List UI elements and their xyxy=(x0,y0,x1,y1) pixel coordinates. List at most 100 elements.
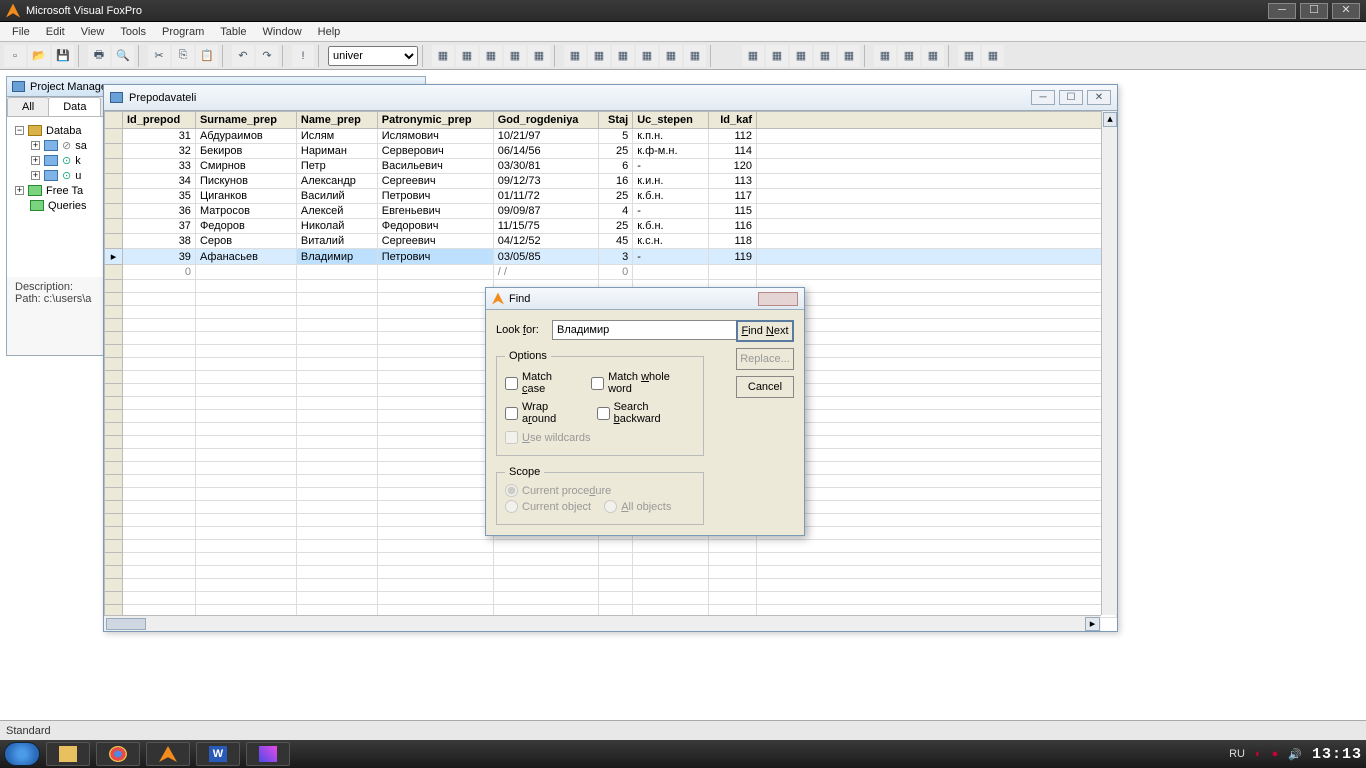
maximize-button[interactable]: ☐ xyxy=(1300,3,1328,19)
tb-btn[interactable]: ▦ xyxy=(766,45,788,67)
tree-item[interactable]: k xyxy=(75,155,81,167)
col-name[interactable]: Name_prep xyxy=(296,112,377,129)
minimize-button[interactable]: ─ xyxy=(1268,3,1296,19)
cut-icon[interactable]: ✂ xyxy=(148,45,170,67)
redo-icon[interactable]: ↷ xyxy=(256,45,278,67)
maximize-button[interactable]: ☐ xyxy=(1059,90,1083,105)
tree-database[interactable]: Databa xyxy=(46,125,81,137)
taskbar-explorer[interactable] xyxy=(46,742,90,766)
table-row[interactable]: 37ФедоровНиколайФедорович11/15/7525к.б.н… xyxy=(105,219,1117,234)
maximize-button[interactable]: ☐ xyxy=(1259,183,1283,198)
table-row[interactable]: 32БекировНариманСерверович06/14/5625к.ф-… xyxy=(105,144,1117,159)
tb-btn[interactable]: ▦ xyxy=(636,45,658,67)
tb-btn[interactable]: ▦ xyxy=(504,45,526,67)
tb-btn[interactable]: ▦ xyxy=(660,45,682,67)
tb-btn[interactable]: ▦ xyxy=(456,45,478,67)
col-staj[interactable]: Staj xyxy=(598,112,632,129)
expand-icon[interactable]: + xyxy=(15,186,24,195)
save-icon[interactable]: 💾 xyxy=(52,45,74,67)
table-row[interactable]: 34ПискуновАлександрСергеевич09/12/7316к.… xyxy=(105,174,1117,189)
match-case-check[interactable]: Match case xyxy=(505,371,577,395)
table-row[interactable]: 0/ /0 xyxy=(105,265,1117,280)
table-row[interactable]: 36МатросовАлексейЕвгеньевич09/09/874-115 xyxy=(105,204,1117,219)
tree-queries[interactable]: Queries xyxy=(48,200,87,212)
horizontal-scrollbar[interactable] xyxy=(325,650,1301,666)
tb-btn[interactable]: ▦ xyxy=(790,45,812,67)
scroll-right-icon[interactable]: ▸ xyxy=(1085,617,1100,631)
tree-free-tables[interactable]: Free Ta xyxy=(46,185,83,197)
expand-icon[interactable]: + xyxy=(31,156,40,165)
tb-btn[interactable]: ▦ xyxy=(480,45,502,67)
taskbar-chrome[interactable] xyxy=(96,742,140,766)
search-backward-check[interactable]: Search backward xyxy=(597,401,695,425)
cancel-button[interactable]: Cancel xyxy=(736,376,794,398)
menu-program[interactable]: Program xyxy=(154,24,212,40)
database-combo[interactable]: univer xyxy=(328,46,418,66)
menu-tools[interactable]: Tools xyxy=(112,24,154,40)
table-row[interactable]: 38СеровВиталийСергеевич04/12/5245к.с.н.1… xyxy=(105,234,1117,249)
tb-btn[interactable]: ▦ xyxy=(922,45,944,67)
language-indicator[interactable]: RU xyxy=(1229,748,1245,760)
volume-icon[interactable]: 🔊 xyxy=(1288,748,1302,761)
tb-btn[interactable]: ▦ xyxy=(838,45,860,67)
col-uc[interactable]: Uc_stepen xyxy=(633,112,709,129)
minimize-button[interactable]: ─ xyxy=(1231,183,1255,198)
menu-file[interactable]: File xyxy=(4,24,38,40)
col-id-prepod[interactable]: Id_prepod xyxy=(123,112,196,129)
run-icon[interactable]: ! xyxy=(292,45,314,67)
tb-btn[interactable]: ▦ xyxy=(982,45,1004,67)
tab-all[interactable]: All xyxy=(7,97,49,116)
taskbar-foxpro[interactable] xyxy=(146,742,190,766)
open-icon[interactable]: 📂 xyxy=(28,45,50,67)
tb-btn[interactable]: ▦ xyxy=(612,45,634,67)
browse-titlebar[interactable]: Prepodavateli ─ ☐ ✕ xyxy=(104,85,1117,111)
menu-help[interactable]: Help xyxy=(310,24,349,40)
clock[interactable]: 13:13 xyxy=(1312,746,1362,763)
scroll-up-icon[interactable]: ▴ xyxy=(1103,112,1117,127)
close-button[interactable] xyxy=(758,292,798,306)
table-row[interactable]: 33СмирновПетрВасильевич03/30/816-120 xyxy=(105,159,1117,174)
close-button[interactable]: ✕ xyxy=(1087,90,1111,105)
tb-btn[interactable]: ▦ xyxy=(958,45,980,67)
tray-icon[interactable]: ● xyxy=(1272,748,1279,760)
taskbar-app[interactable] xyxy=(246,742,290,766)
col-surname[interactable]: Surname_prep xyxy=(195,112,296,129)
tb-btn[interactable]: ▦ xyxy=(874,45,896,67)
tb-btn[interactable]: ▦ xyxy=(898,45,920,67)
vertical-scrollbar[interactable]: ▴ xyxy=(1101,111,1117,615)
expand-icon[interactable]: + xyxy=(31,141,40,150)
scroll-thumb[interactable] xyxy=(106,618,146,630)
new-icon[interactable]: ▫ xyxy=(4,45,26,67)
tb-btn[interactable]: ▦ xyxy=(684,45,706,67)
wrap-around-check[interactable]: Wrap around xyxy=(505,401,583,425)
paste-icon[interactable]: 📋 xyxy=(196,45,218,67)
print-icon[interactable]: 🖶 xyxy=(88,45,110,67)
tb-btn[interactable]: ▦ xyxy=(528,45,550,67)
close-button[interactable]: ✕ xyxy=(1287,183,1311,198)
expand-icon[interactable]: + xyxy=(31,171,40,180)
tb-btn[interactable]: ▦ xyxy=(588,45,610,67)
menu-view[interactable]: View xyxy=(73,24,113,40)
menu-window[interactable]: Window xyxy=(255,24,310,40)
tab-data[interactable]: Data xyxy=(48,97,101,116)
tree-item[interactable]: sa xyxy=(75,140,87,152)
match-whole-check[interactable]: Match whole word xyxy=(591,371,695,395)
table-row[interactable]: 35ЦиганковВасилийПетрович01/11/7225к.б.н… xyxy=(105,189,1117,204)
expand-icon[interactable]: − xyxy=(15,126,24,135)
taskbar-word[interactable]: W xyxy=(196,742,240,766)
tree-item[interactable]: u xyxy=(75,170,81,182)
undo-icon[interactable]: ↶ xyxy=(232,45,254,67)
menu-edit[interactable]: Edit xyxy=(38,24,73,40)
tb-btn[interactable]: ▦ xyxy=(564,45,586,67)
menu-table[interactable]: Table xyxy=(212,24,254,40)
close-button[interactable]: ✕ xyxy=(1332,3,1360,19)
tb-btn[interactable]: ▦ xyxy=(432,45,454,67)
horizontal-scrollbar[interactable]: ▸ xyxy=(104,615,1101,631)
col-patronymic[interactable]: Patronymic_prep xyxy=(377,112,493,129)
col-god[interactable]: God_rogdeniya xyxy=(493,112,598,129)
tb-btn[interactable]: ▦ xyxy=(814,45,836,67)
preview-icon[interactable]: 🔍 xyxy=(112,45,134,67)
start-button[interactable] xyxy=(4,742,40,766)
find-next-button[interactable]: Find Next xyxy=(736,320,794,342)
table-row[interactable]: 31АбдураимовИслямИслямович10/21/975к.п.н… xyxy=(105,129,1117,144)
